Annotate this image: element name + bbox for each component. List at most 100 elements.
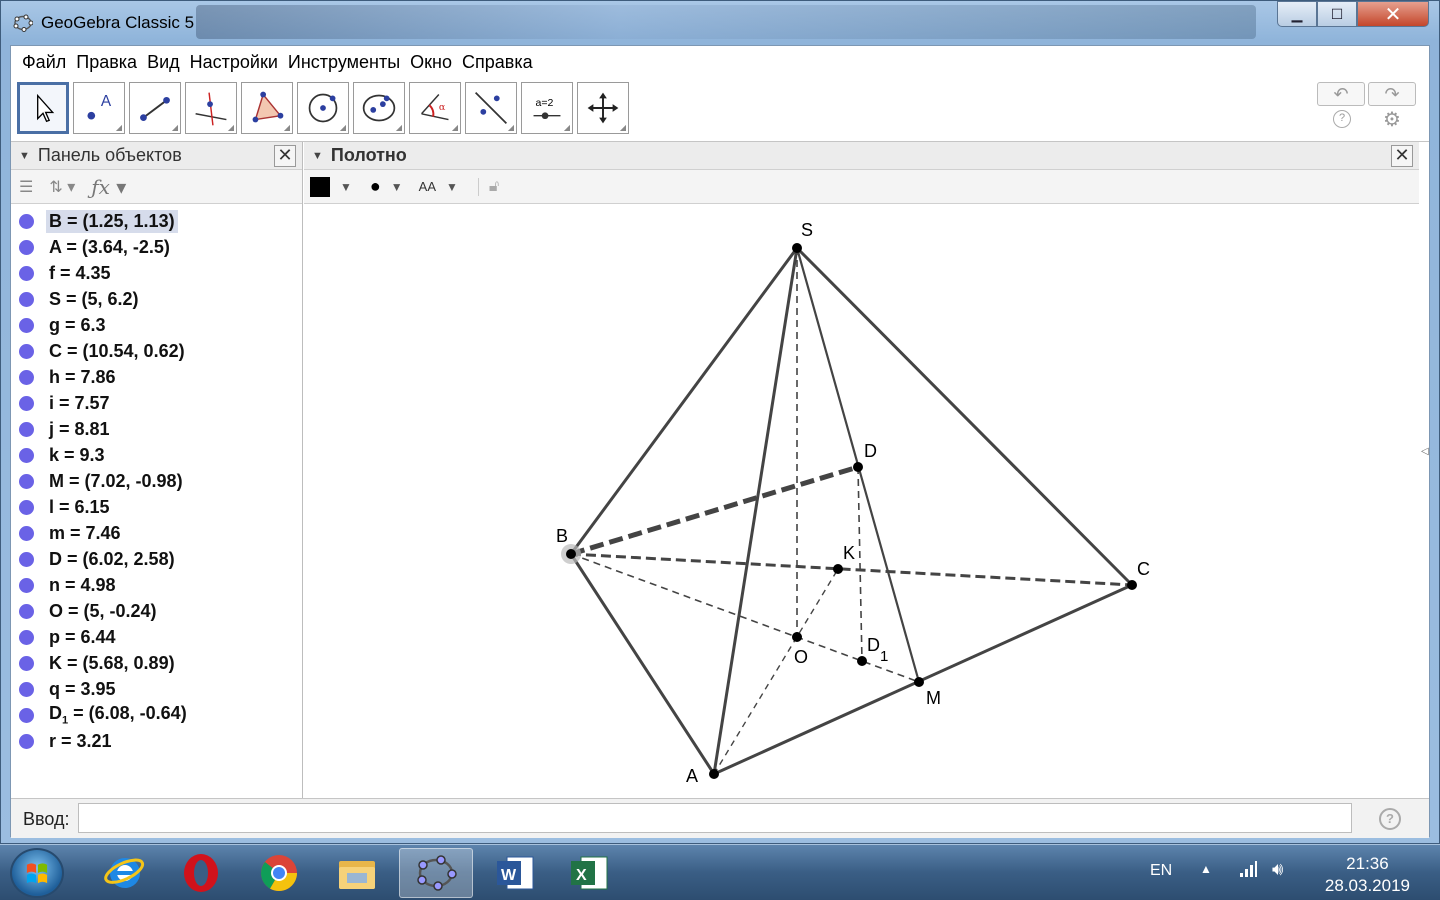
visibility-toggle-icon[interactable]	[19, 213, 34, 229]
segment-tool-button[interactable]: ◢	[129, 82, 181, 134]
move-view-tool-button[interactable]: ◢	[577, 82, 629, 134]
language-indicator[interactable]: EN	[1150, 862, 1172, 880]
color-swatch[interactable]	[310, 176, 330, 197]
algebra-item[interactable]: p = 6.44	[11, 624, 302, 650]
reflect-tool-button[interactable]: ◢	[465, 82, 517, 134]
algebra-item[interactable]: A = (3.64, -2.5)	[11, 234, 302, 260]
algebra-item[interactable]: M = (7.02, -0.98)	[11, 468, 302, 494]
collapse-caret-icon[interactable]: ▼	[19, 150, 30, 162]
point-C[interactable]	[1127, 580, 1137, 590]
visibility-toggle-icon[interactable]	[19, 473, 34, 489]
edge-SC[interactable]	[795, 246, 1134, 587]
redo-button[interactable]: ↷	[1368, 82, 1416, 106]
input-help-icon[interactable]: ?	[1379, 808, 1401, 830]
visibility-toggle-icon[interactable]	[19, 395, 34, 411]
volume-icon[interactable]: 🔊︎	[1272, 859, 1283, 880]
taskbar-file-explorer[interactable]	[320, 848, 394, 898]
auxiliary-objects-icon[interactable]: ☰	[19, 177, 33, 197]
graphics-collapse-caret-icon[interactable]: ▼	[312, 150, 323, 162]
dashed-AK[interactable]	[713, 568, 839, 775]
visibility-toggle-icon[interactable]	[19, 629, 34, 645]
dashed-DD1[interactable]	[857, 466, 863, 662]
algebra-item[interactable]: B = (1.25, 1.13)	[11, 208, 302, 234]
algebra-item[interactable]: h = 7.86	[11, 364, 302, 390]
minimize-button[interactable]: ▁	[1277, 1, 1317, 27]
algebra-item[interactable]: D1 = (6.08, -0.64)	[11, 702, 302, 728]
visibility-toggle-icon[interactable]	[19, 577, 34, 593]
point-D1[interactable]	[857, 656, 867, 666]
sort-objects-icon[interactable]: ⇅ ▾	[49, 177, 75, 197]
algebra-item[interactable]: n = 4.98	[11, 572, 302, 598]
point-O[interactable]	[792, 632, 802, 642]
side-panel-toggle-icon[interactable]: ◁	[1421, 446, 1429, 457]
angle-tool-button[interactable]: α ◢	[409, 82, 461, 134]
taskbar-opera[interactable]	[164, 848, 238, 898]
circle-tool-button[interactable]: ◢	[297, 82, 349, 134]
command-input[interactable]	[78, 803, 1352, 833]
visibility-toggle-icon[interactable]	[19, 343, 34, 359]
algebra-item[interactable]: k = 9.3	[11, 442, 302, 468]
graphics-close-icon[interactable]: ✕	[1391, 145, 1413, 167]
visibility-toggle-icon[interactable]	[19, 499, 34, 515]
text-size-icon[interactable]: AA	[419, 179, 436, 194]
point-A[interactable]	[709, 769, 719, 779]
taskbar-excel[interactable]: X	[552, 848, 626, 898]
algebra-item[interactable]: S = (5, 6.2)	[11, 286, 302, 312]
visibility-toggle-icon[interactable]	[19, 603, 34, 619]
polygon-tool-button[interactable]: ◢	[241, 82, 293, 134]
algebra-close-icon[interactable]: ✕	[274, 145, 296, 167]
settings-gear-icon[interactable]: ⚙	[1383, 107, 1401, 132]
taskbar-chrome[interactable]	[242, 848, 316, 898]
point-tool-button[interactable]: A ◢	[73, 82, 125, 134]
point-style-icon[interactable]: ●	[370, 176, 381, 197]
algebra-item[interactable]: g = 6.3	[11, 312, 302, 338]
visibility-toggle-icon[interactable]	[19, 733, 34, 749]
point-M[interactable]	[914, 677, 924, 687]
algebra-item[interactable]: O = (5, -0.24)	[11, 598, 302, 624]
text-size-dropdown-icon[interactable]: ▼	[446, 180, 458, 194]
visibility-toggle-icon[interactable]	[19, 707, 34, 723]
visibility-toggle-icon[interactable]	[19, 681, 34, 697]
algebra-item[interactable]: q = 3.95	[11, 676, 302, 702]
visibility-toggle-icon[interactable]	[19, 525, 34, 541]
perpendicular-tool-button[interactable]: ◢	[185, 82, 237, 134]
point-B[interactable]	[566, 549, 576, 559]
maximize-button[interactable]: ☐	[1317, 1, 1357, 27]
undo-button[interactable]: ↶	[1317, 82, 1365, 106]
taskbar-internet-explorer[interactable]	[88, 848, 162, 898]
visibility-toggle-icon[interactable]	[19, 447, 34, 463]
edge-SA[interactable]	[712, 247, 799, 775]
visibility-toggle-icon[interactable]	[19, 655, 34, 671]
start-button[interactable]	[10, 848, 64, 898]
menu-options[interactable]: Настройки	[185, 52, 283, 73]
close-button[interactable]: ✕	[1357, 1, 1429, 27]
toolbar-help-icon[interactable]: ?	[1333, 110, 1351, 128]
visibility-toggle-icon[interactable]	[19, 317, 34, 333]
visibility-toggle-icon[interactable]	[19, 239, 34, 255]
algebra-item[interactable]: m = 7.46	[11, 520, 302, 546]
visibility-toggle-icon[interactable]	[19, 369, 34, 385]
dashed-BD[interactable]	[570, 464, 859, 557]
formula-icon[interactable]: ƒx ▾	[91, 175, 126, 199]
ellipse-tool-button[interactable]: ◢	[353, 82, 405, 134]
point-style-dropdown-icon[interactable]: ▼	[391, 180, 403, 194]
network-icon[interactable]	[1238, 859, 1258, 884]
point-K[interactable]	[833, 564, 843, 574]
menu-help[interactable]: Справка	[457, 52, 538, 73]
menu-edit[interactable]: Правка	[71, 52, 142, 73]
show-hidden-icons-icon[interactable]: ▲	[1200, 862, 1212, 876]
point-D[interactable]	[853, 462, 863, 472]
edge-BA[interactable]	[569, 553, 716, 775]
title-bar[interactable]: GeoGebra Classic 5 ▁ ☐ ✕	[1, 1, 1439, 45]
algebra-item[interactable]: r = 3.21	[11, 728, 302, 754]
menu-file[interactable]: Файл	[17, 52, 71, 73]
slider-tool-button[interactable]: a=2 ◢	[521, 82, 573, 134]
geometry-canvas[interactable]: S D B K C O D 1 M A	[304, 204, 1419, 798]
algebra-item[interactable]: K = (5.68, 0.89)	[11, 650, 302, 676]
move-tool-button[interactable]	[17, 82, 69, 134]
visibility-toggle-icon[interactable]	[19, 265, 34, 281]
menu-view[interactable]: Вид	[142, 52, 185, 73]
algebra-item[interactable]: l = 6.15	[11, 494, 302, 520]
edge-SB[interactable]	[569, 247, 799, 555]
visibility-toggle-icon[interactable]	[19, 551, 34, 567]
